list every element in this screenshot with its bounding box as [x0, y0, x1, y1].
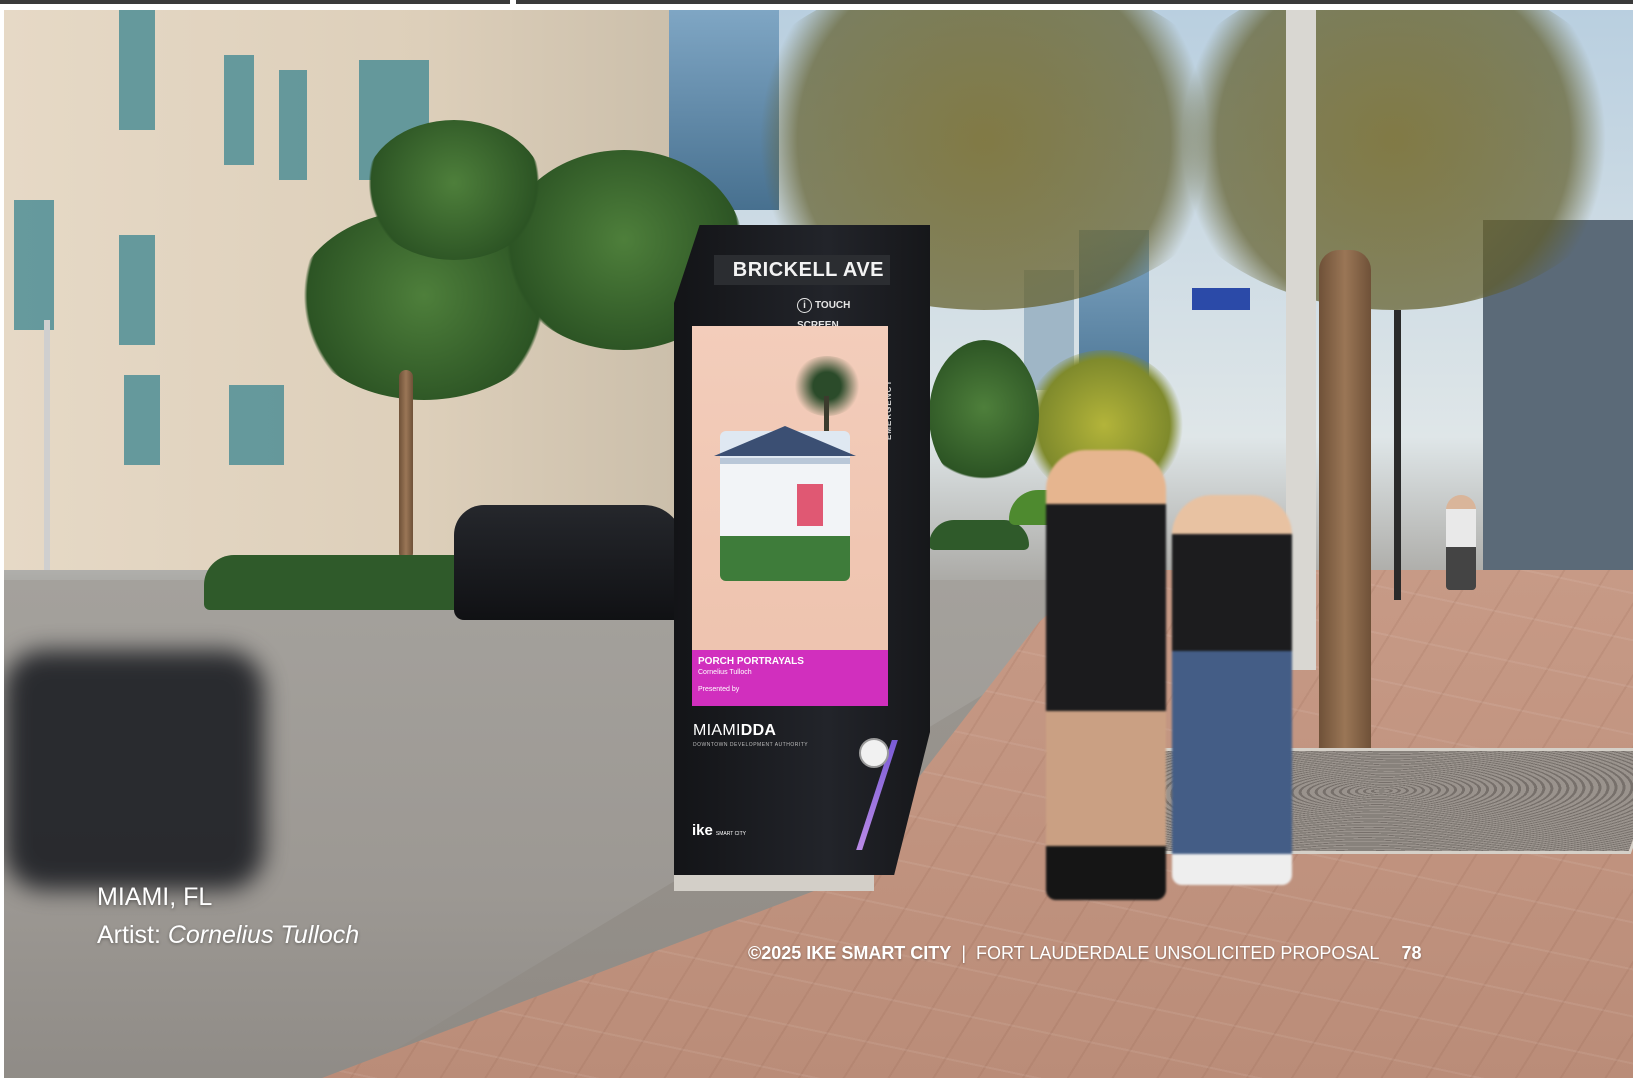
caption-location: MIAMI, FL: [97, 883, 213, 911]
document-page: BRICKELL AVE iTOUCH SCREEN EMERGENCY POR…: [0, 0, 1633, 1078]
car-motion-blur: [4, 650, 264, 890]
palm-tree-3: [364, 120, 544, 260]
footer-separator: |: [961, 943, 966, 963]
miami-dda-logo: MIAMIDDA: [693, 722, 776, 740]
caption-artist: Artist: Cornelius Tulloch: [97, 916, 359, 954]
logo-dda: DDA: [740, 722, 777, 739]
pedestrian-background: [1446, 495, 1476, 590]
page-number: 78: [1401, 943, 1422, 963]
miami-dda-subtitle: DOWNTOWN DEVELOPMENT AUTHORITY: [693, 742, 809, 748]
ike-logo-text: ike: [692, 822, 713, 839]
screen-artwork-artist: Cornelius Tulloch: [698, 669, 752, 676]
footer-copyright: ©2025 IKE SMART CITY: [748, 943, 952, 963]
screen-artwork-title: PORCH PORTRAYALS: [698, 656, 804, 667]
footer-document-title: FORT LAUDERDALE UNSOLICITED PROPOSAL: [976, 943, 1380, 963]
info-icon: i: [797, 297, 812, 313]
top-rule-right: [516, 0, 1633, 4]
page-footer: ©2025 IKE SMART CITY | FORT LAUDERDALE UNS…: [748, 940, 1421, 966]
top-rule-left: [0, 0, 510, 4]
ike-logo: ike SMART CITY: [692, 822, 746, 839]
tree-trunk: [1319, 250, 1371, 800]
kiosk-touch-label: iTOUCH SCREEN: [797, 296, 892, 331]
palm-trunk: [399, 370, 413, 560]
ike-logo-sub: SMART CITY: [715, 831, 746, 837]
caption-artist-name: Cornelius Tulloch: [167, 921, 360, 949]
caption-artist-prefix: Artist:: [97, 921, 168, 949]
car-dark-suv: [454, 505, 684, 620]
street-sign: [1192, 288, 1250, 310]
lamp-post: [1394, 310, 1401, 600]
artwork-door: [797, 484, 823, 526]
pedestrian-woman: [1172, 495, 1292, 885]
city-seal-icon: [859, 738, 889, 768]
kiosk-screen: PORCH PORTRAYALS Cornelius Tulloch Prese…: [692, 326, 888, 706]
kiosk-street-name: BRICKELL AVE: [714, 255, 890, 285]
palm-tree-4: [929, 340, 1039, 490]
photo-caption: MIAMI, FL Artist: Cornelius Tulloch: [97, 878, 359, 954]
street-lamp: [44, 320, 50, 570]
screen-presented-by: Presented by: [698, 686, 740, 693]
hedge-left: [204, 555, 484, 610]
logo-miami: MIAMI: [693, 722, 741, 739]
pedestrian-man: [1046, 450, 1166, 900]
